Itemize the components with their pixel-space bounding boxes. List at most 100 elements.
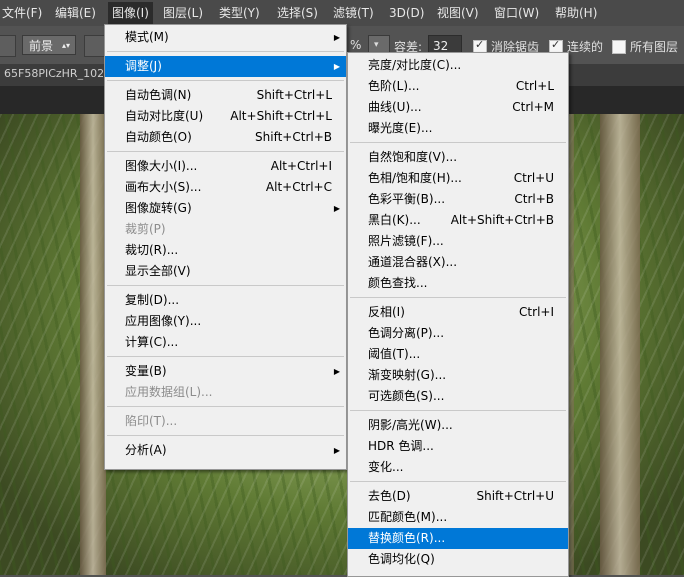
image-menu-item[interactable]: 自动色调(N) Shift+Ctrl+L [105,85,346,106]
menu-item-label: 裁剪(P) [125,222,166,236]
adjust-menu-item[interactable]: 色彩平衡(B)... Ctrl+B [348,189,568,210]
menu-3d[interactable]: 3D(D) [389,5,424,21]
adjust-menu-item[interactable]: 色调分离(P)... [348,323,568,344]
pattern-swatch[interactable] [84,35,106,57]
tree-trunk [600,114,640,575]
menu-item-shortcut: Ctrl+I [519,305,554,319]
document-tab[interactable]: 65F58PICzHR_1024 [4,67,111,80]
adjust-menu-item[interactable]: 色调均化(Q) [348,549,568,570]
menu-item-label: 反相(I) [368,305,405,319]
adjust-menu-item[interactable]: 可选颜色(S)... [348,386,568,407]
adjust-menu-item[interactable]: 颜色查找... [348,273,568,294]
image-menu-item: 陷印(T)... [105,411,346,432]
adjust-menu-item[interactable]: 曲线(U)... Ctrl+M [348,97,568,118]
menu-separator [107,406,344,407]
menu-item-label: 调整(J) [125,59,162,73]
adjust-menu-item[interactable]: 黑白(K)... Alt+Shift+Ctrl+B [348,210,568,231]
tool-preset-picker[interactable] [0,35,16,57]
menu-item-label: 替换颜色(R)... [368,531,446,545]
menu-item-shortcut: Ctrl+L [515,79,554,93]
image-menu-item[interactable]: 变量(B) ▶ [105,361,346,382]
menu-window[interactable]: 窗口(W) [494,5,539,21]
menu-separator [107,435,344,436]
menu-separator [107,51,344,52]
chevron-down-icon: ▾ [374,40,379,50]
menu-item-label: 分析(A) [125,443,167,457]
menu-item-label: 通道混合器(X)... [368,255,458,269]
image-menu-item[interactable]: 图像旋转(G) ▶ [105,198,346,219]
menu-item-label: 阴影/高光(W)... [368,418,453,432]
menu-item-label: 曲线(U)... [368,100,422,114]
menu-item-shortcut: Alt+Shift+Ctrl+L [230,109,332,123]
menu-item-label: 去色(D) [368,489,411,503]
tree-trunk [80,114,106,575]
menu-layer[interactable]: 图层(L) [163,5,203,21]
adjust-menu-item[interactable]: 阴影/高光(W)... [348,415,568,436]
adjust-menu-item[interactable]: 阈值(T)... [348,344,568,365]
menu-type[interactable]: 类型(Y) [219,5,260,21]
adjust-menu-item[interactable]: 去色(D) Shift+Ctrl+U [348,486,568,507]
menu-item-label: 色相/饱和度(H)... [368,171,462,185]
adjust-menu-item[interactable]: 匹配颜色(M)... [348,507,568,528]
menu-item-label: 黑白(K)... [368,213,421,227]
adjust-menu-item[interactable]: 曝光度(E)... [348,118,568,139]
image-menu-item[interactable]: 裁切(R)... [105,240,346,261]
fill-source-value: 前景 [29,39,54,53]
menu-help[interactable]: 帮助(H) [555,5,597,21]
menu-file[interactable]: 文件(F) [2,5,42,21]
image-menu: 模式(M) ▶ 调整(J) ▶ 自动色调(N) Shift+Ctrl+L 自动对比度(U) A… [104,24,347,470]
adjust-menu-item[interactable]: 反相(I) Ctrl+I [348,302,568,323]
menu-item-label: 复制(D)... [125,293,180,307]
image-menu-item[interactable]: 自动颜色(O) Shift+Ctrl+B [105,127,346,148]
menu-item-label: 色阶(L)... [368,79,420,93]
image-menu-item[interactable]: 应用图像(Y)... [105,311,346,332]
adjust-menu-item[interactable]: HDR 色调... [348,436,568,457]
image-menu-item[interactable]: 图像大小(I)... Alt+Ctrl+I [105,156,346,177]
menu-item-label: 自动色调(N) [125,88,192,102]
adjust-menu-item[interactable]: 亮度/对比度(C)... [348,55,568,76]
image-menu-item[interactable]: 计算(C)... [105,332,346,353]
menu-item-shortcut: Shift+Ctrl+U [476,489,554,503]
menu-separator [107,80,344,81]
menu-image[interactable]: 图像(I) [108,2,153,24]
menu-item-label: 曝光度(E)... [368,121,433,135]
adjust-menu-item[interactable]: 通道混合器(X)... [348,252,568,273]
adjust-menu-item[interactable]: 色阶(L)... Ctrl+L [348,76,568,97]
image-menu-item: 应用数据组(L)... [105,382,346,403]
fill-source-select[interactable]: 前景 ▴▾ [22,35,76,55]
menu-item-label: 计算(C)... [125,335,179,349]
menu-item-shortcut: Alt+Ctrl+C [265,180,332,194]
menu-item-label: 应用数据组(L)... [125,385,213,399]
menu-item-label: 变化... [368,460,404,474]
adjust-menu-item[interactable]: 替换颜色(R)... [348,528,568,549]
menu-separator [350,481,566,482]
menu-item-label: 陷印(T)... [125,414,178,428]
adjust-menu-item[interactable]: 色相/饱和度(H)... Ctrl+U [348,168,568,189]
menu-view[interactable]: 视图(V) [437,5,479,21]
menu-item-shortcut: Shift+Ctrl+L [256,88,332,102]
adjust-menu-item[interactable]: 变化... [348,457,568,478]
image-menu-item[interactable]: 自动对比度(U) Alt+Shift+Ctrl+L [105,106,346,127]
all-layers-label: 所有图层 [630,40,679,54]
image-menu-item[interactable]: 分析(A) ▶ [105,440,346,461]
menu-item-label: 自动颜色(O) [125,130,192,144]
menu-item-label: 色彩平衡(B)... [368,192,446,206]
image-menu-item[interactable]: 调整(J) ▶ [105,56,346,77]
menu-edit[interactable]: 编辑(E) [55,5,96,21]
adjust-menu-item[interactable]: 照片滤镜(F)... [348,231,568,252]
image-menu-item: 裁剪(P) [105,219,346,240]
image-menu-item[interactable]: 复制(D)... [105,290,346,311]
menu-item-label: 颜色查找... [368,276,428,290]
menu-select[interactable]: 选择(S) [277,5,318,21]
image-menu-item[interactable]: 模式(M) ▶ [105,27,346,48]
image-menu-item[interactable]: 画布大小(S)... Alt+Ctrl+C [105,177,346,198]
image-menu-item[interactable]: 显示全部(V) [105,261,346,282]
adjust-menu-item[interactable]: 自然饱和度(V)... [348,147,568,168]
menu-item-label: 匹配颜色(M)... [368,510,448,524]
all-layers-checkbox[interactable]: 所有图层 [612,38,678,55]
menu-item-shortcut: Alt+Shift+Ctrl+B [450,213,554,227]
adjust-menu-item[interactable]: 渐变映射(G)... [348,365,568,386]
menu-item-label: 裁切(R)... [125,243,179,257]
menu-filter[interactable]: 滤镜(T) [333,5,374,21]
menu-item-label: 图像大小(I)... [125,159,198,173]
